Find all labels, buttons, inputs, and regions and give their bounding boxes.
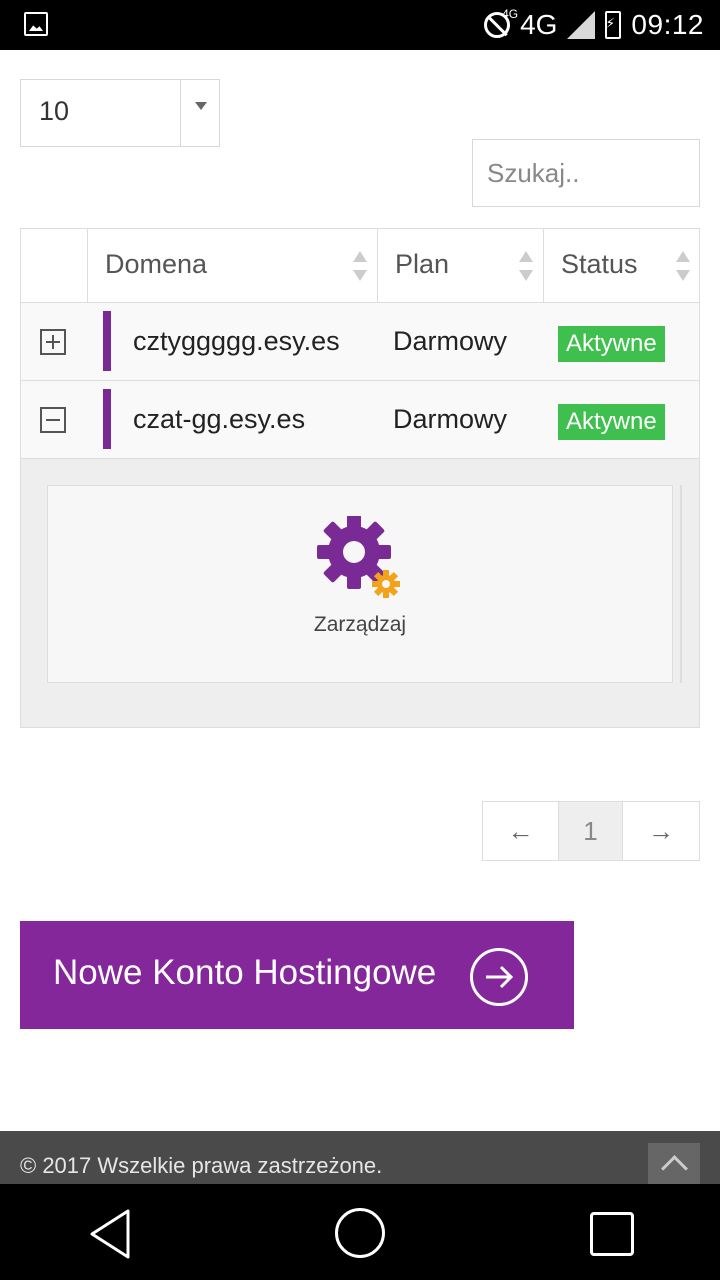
row-detail: Zarządzaj: [21, 459, 699, 727]
search-input[interactable]: [472, 139, 700, 207]
prev-page-button[interactable]: ←: [483, 802, 559, 860]
status-badge: Aktywne: [558, 326, 665, 362]
network-type: 4G 4G: [502, 7, 558, 41]
header-status-label: Status: [561, 249, 638, 279]
sort-icon: [676, 251, 690, 281]
status-icons: 4G 4G 09:12: [484, 7, 704, 42]
copyright-text: © 2017 Wszelkie prawa zastrzeżone.: [20, 1153, 383, 1178]
sort-icon: [519, 251, 533, 281]
chevron-down-icon: [195, 102, 207, 110]
expand-plus-icon[interactable]: [40, 329, 66, 355]
signal-icon: [567, 11, 596, 39]
navigation-bar: [0, 1184, 720, 1280]
next-page-button[interactable]: →: [623, 802, 699, 860]
header-status[interactable]: Status: [544, 229, 700, 303]
page-size-value: 10: [39, 96, 70, 126]
header-plan-label: Plan: [395, 249, 450, 279]
home-icon[interactable]: [335, 1208, 385, 1258]
panel-scrollbar: [680, 485, 682, 683]
recent-apps-icon[interactable]: [590, 1212, 634, 1256]
new-hosting-account-label: Nowe Konto Hostingowe: [53, 953, 437, 992]
pagination: ← 1 →: [482, 801, 700, 861]
collapse-minus-icon[interactable]: [40, 407, 66, 433]
network-type-label: 4G: [520, 9, 558, 40]
status-badge: Aktywne: [558, 404, 665, 440]
arrow-right-circle-icon: [470, 948, 528, 1006]
footer: © 2017 Wszelkie prawa zastrzeżone.: [0, 1131, 720, 1184]
domain-cell: czat-gg.esy.es: [133, 404, 306, 434]
back-icon[interactable]: [88, 1208, 132, 1260]
page-number-button[interactable]: 1: [559, 802, 623, 860]
header-plan[interactable]: Plan: [378, 229, 544, 303]
sort-icon: [353, 251, 367, 281]
network-type-small: 4G: [502, 7, 519, 21]
battery-charging-icon: [605, 11, 622, 39]
row-accent-bar: [103, 311, 111, 371]
row-accent-bar: [103, 389, 111, 449]
header-domain[interactable]: Domena: [88, 229, 378, 303]
new-hosting-account-button[interactable]: Nowe Konto Hostingowe: [20, 921, 574, 1029]
manage-panel[interactable]: Zarządzaj: [47, 485, 673, 683]
domain-cell: cztyggggg.esy.es: [133, 326, 340, 356]
table-row[interactable]: czat-gg.esy.es Darmowy Aktywne: [21, 381, 699, 459]
domains-table: Domena Plan Status cztyggggg.esy.es Darm…: [20, 228, 700, 728]
table-row[interactable]: cztyggggg.esy.es Darmowy Aktywne: [21, 303, 699, 381]
manage-label[interactable]: Zarządzaj: [48, 613, 672, 637]
manage-gear-icon[interactable]: [316, 515, 406, 606]
table-header: Domena Plan Status: [21, 229, 699, 303]
select-divider: [180, 80, 181, 146]
image-notification-icon: [24, 12, 48, 36]
clock: 09:12: [631, 9, 704, 40]
status-bar: 4G 4G 09:12: [0, 0, 720, 50]
scroll-to-top-button[interactable]: [648, 1143, 700, 1184]
header-expand-column: [21, 229, 88, 303]
plan-cell: Darmowy: [393, 404, 508, 434]
plan-cell: Darmowy: [393, 326, 508, 356]
page-size-select[interactable]: 10: [20, 79, 220, 147]
header-domain-label: Domena: [105, 249, 208, 279]
